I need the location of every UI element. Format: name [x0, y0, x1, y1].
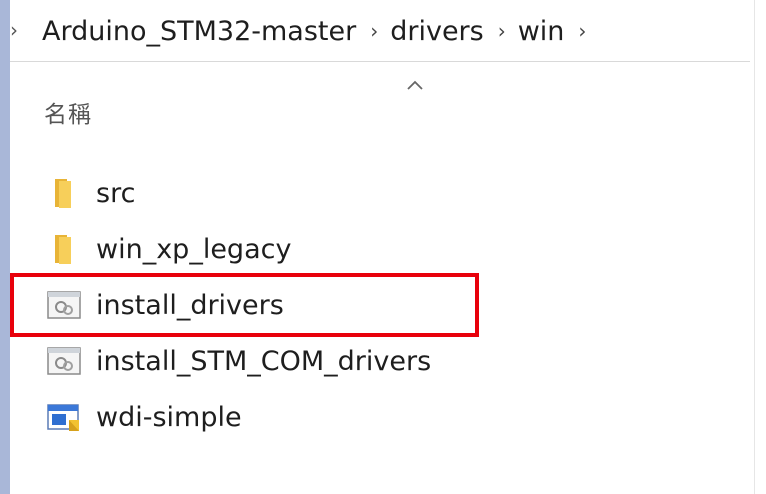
folder-icon — [46, 177, 82, 209]
file-name: wdi-simple — [96, 401, 242, 433]
executable-icon — [46, 401, 82, 433]
sort-ascending-icon — [407, 80, 423, 90]
list-item[interactable]: src — [40, 165, 700, 221]
breadcrumb-item-drivers[interactable]: drivers — [380, 16, 496, 47]
navigation-pane-edge — [0, 0, 10, 494]
pane-divider — [754, 0, 755, 494]
chevron-right-icon[interactable]: › — [10, 18, 18, 42]
chevron-right-icon[interactable]: › — [368, 19, 380, 43]
file-name: win_xp_legacy — [96, 233, 292, 265]
folder-icon — [46, 233, 82, 265]
batch-file-icon — [46, 289, 82, 321]
chevron-right-icon[interactable]: › — [576, 19, 588, 43]
file-name: src — [96, 177, 136, 209]
breadcrumb-item-arduino-stm32-master[interactable]: Arduino_STM32-master — [32, 16, 368, 47]
list-item[interactable]: install_drivers — [40, 277, 700, 333]
batch-file-icon — [46, 345, 82, 377]
file-list: src win_xp_legacy install_drivers instal… — [40, 165, 700, 445]
file-name: install_drivers — [96, 289, 284, 321]
breadcrumb-item-win[interactable]: win — [508, 16, 577, 47]
breadcrumb: Arduino_STM32-master › drivers › win › — [32, 0, 588, 62]
list-item[interactable]: wdi-simple — [40, 389, 700, 445]
file-explorer-window: › Arduino_STM32-master › drivers › win ›… — [0, 0, 766, 494]
file-name: install_STM_COM_drivers — [96, 345, 432, 377]
chevron-right-icon[interactable]: › — [496, 19, 508, 43]
list-item[interactable]: win_xp_legacy — [40, 221, 700, 277]
list-item[interactable]: install_STM_COM_drivers — [40, 333, 700, 389]
column-header-name[interactable]: 名稱 — [44, 95, 92, 129]
address-bar[interactable]: › Arduino_STM32-master › drivers › win › — [10, 0, 750, 62]
